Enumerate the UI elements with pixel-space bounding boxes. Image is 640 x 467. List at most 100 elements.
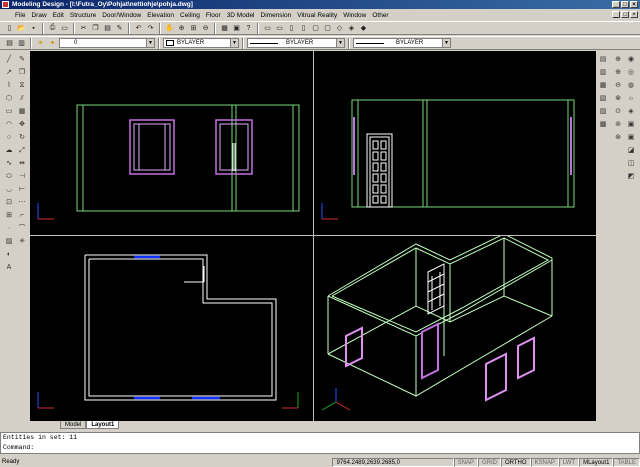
zoom-scale-icon[interactable]: ⊚	[613, 120, 623, 130]
copy-object-icon[interactable]: ❐	[17, 68, 27, 78]
shade-icon[interactable]: ◎	[626, 68, 636, 78]
menu-door-window[interactable]: Door/Window	[99, 12, 144, 19]
mirror-icon[interactable]: ⧖	[17, 81, 27, 91]
drawing-area[interactable]	[30, 51, 596, 421]
viewport-3d-model[interactable]	[314, 236, 596, 421]
menu-3d-model[interactable]: 3D Model	[224, 12, 258, 19]
explode-icon[interactable]: ✳	[17, 237, 27, 247]
layout4-icon[interactable]: ▧	[598, 94, 608, 104]
command-prompt[interactable]: Command:	[3, 443, 639, 453]
zoom-extents-icon[interactable]: ⊗	[613, 94, 623, 104]
zoom-realtime-icon[interactable]: ⊕	[613, 55, 623, 65]
material-icon[interactable]: ◈	[626, 107, 636, 117]
pan-icon[interactable]: ✋	[164, 23, 175, 34]
doc-restore-button[interactable]: □	[621, 11, 629, 18]
hatch-icon[interactable]: ▨	[4, 237, 14, 247]
ray-icon[interactable]: ↗	[4, 68, 14, 78]
orbit-icon[interactable]: ◍	[626, 81, 636, 91]
chevron-down-icon[interactable]: ▼	[230, 39, 238, 47]
preview-icon[interactable]: ▭	[59, 23, 70, 34]
ellipse-arc-icon[interactable]: ◡	[4, 185, 14, 195]
lineweight-combo[interactable]: BYLAYER ▼	[353, 38, 451, 48]
help-icon[interactable]: ?	[243, 23, 254, 34]
light-icon[interactable]: ☼	[626, 94, 636, 104]
region-icon[interactable]: ◐	[4, 250, 14, 260]
insert-icon[interactable]: ⊞	[4, 211, 14, 221]
view-iso-se-icon[interactable]: ◈	[346, 23, 357, 34]
command-window[interactable]: Entities in set: 11 Command:	[0, 432, 640, 454]
view-3d-icon[interactable]: ▣	[626, 133, 636, 143]
view-back-icon[interactable]: ▢	[322, 23, 333, 34]
view-top-icon[interactable]: ▭	[262, 23, 273, 34]
menu-floor[interactable]: Floor	[203, 12, 224, 19]
undo-icon[interactable]: ↶	[133, 23, 144, 34]
cylinder-3d-icon[interactable]: ◫	[626, 159, 636, 169]
layout2-icon[interactable]: ▥	[598, 68, 608, 78]
lwt-toggle[interactable]: LWT	[558, 457, 580, 467]
cut-icon[interactable]: ✂	[78, 23, 89, 34]
viewport-side-elevation[interactable]	[314, 51, 596, 235]
rotate-icon[interactable]: ↻	[17, 133, 27, 143]
menu-file[interactable]: File	[12, 12, 28, 19]
layout3-icon[interactable]: ▦	[598, 81, 608, 91]
scale-icon[interactable]: ⤢	[17, 146, 27, 156]
rectangle-icon[interactable]: ▭	[4, 107, 14, 117]
break-icon[interactable]: ⋯	[17, 198, 27, 208]
offset-icon[interactable]: ⫽	[17, 94, 27, 104]
mlayout-toggle[interactable]: MLayout1	[579, 457, 614, 467]
view-front-icon[interactable]: ▢	[310, 23, 321, 34]
copy-icon[interactable]: ❐	[90, 23, 101, 34]
grid-toggle[interactable]: GRID	[477, 457, 501, 467]
zoom-window-icon[interactable]: ⊞	[188, 23, 199, 34]
scene-icon[interactable]: ▣	[626, 120, 636, 130]
view-iso-sw-icon[interactable]: ◇	[334, 23, 345, 34]
zoom-previous-icon[interactable]: ⊖	[200, 23, 211, 34]
close-button[interactable]: ×	[630, 1, 638, 8]
menu-draw[interactable]: Draw	[28, 12, 49, 19]
viewport-front-elevation[interactable]	[30, 51, 313, 235]
tab-layout1[interactable]: Layout1	[86, 421, 120, 429]
snap-toggle[interactable]: SNAP	[453, 457, 478, 467]
layout6-icon[interactable]: ▩	[598, 120, 608, 130]
save-icon[interactable]: ▪	[28, 23, 39, 34]
point-icon[interactable]: ·	[4, 224, 14, 234]
mtext-icon[interactable]: A	[4, 263, 14, 273]
line-icon[interactable]: ╱	[4, 55, 14, 65]
doc-close-button[interactable]: ×	[630, 11, 638, 18]
extend-icon[interactable]: ⊢	[17, 185, 27, 195]
polyline-icon[interactable]: ⌇	[4, 81, 14, 91]
open-icon[interactable]: 📂	[16, 23, 27, 34]
view-right-icon[interactable]: ▯	[298, 23, 309, 34]
circle-icon[interactable]: ○	[4, 133, 14, 143]
view-iso-ne-icon[interactable]: ◆	[358, 23, 369, 34]
polygon-icon[interactable]: ⬡	[4, 94, 14, 104]
layer-manager-icon[interactable]: ▤	[4, 38, 15, 49]
menu-structure[interactable]: Structure	[67, 12, 99, 19]
fillet-icon[interactable]: ⌒	[17, 224, 27, 234]
box-3d-icon[interactable]: ◪	[626, 146, 636, 156]
chevron-down-icon[interactable]: ▼	[336, 39, 344, 47]
chevron-down-icon[interactable]: ▼	[146, 39, 154, 47]
menu-window[interactable]: Window	[340, 12, 369, 19]
design-center-icon[interactable]: ▣	[231, 23, 242, 34]
zoom-out-icon[interactable]: ⊖	[613, 81, 623, 91]
doc-minimize-button[interactable]: _	[612, 11, 620, 18]
menu-ceiling[interactable]: Ceiling	[177, 12, 203, 19]
render-icon[interactable]: ◉	[626, 55, 636, 65]
wedge-3d-icon[interactable]: ◩	[626, 172, 636, 182]
redo-icon[interactable]: ↷	[145, 23, 156, 34]
block-icon[interactable]: ⊡	[4, 198, 14, 208]
zoom-center-icon[interactable]: ⊛	[613, 133, 623, 143]
table-toggle[interactable]: TABLE	[613, 457, 640, 467]
menu-dimension[interactable]: Dimension	[258, 12, 295, 19]
view-left-icon[interactable]: ▯	[286, 23, 297, 34]
layer-prev-icon[interactable]: ▥	[16, 38, 27, 49]
properties-icon[interactable]: ▦	[219, 23, 230, 34]
viewport-floor-plan[interactable]	[30, 236, 313, 421]
chevron-down-icon[interactable]: ▼	[442, 39, 450, 47]
layout5-icon[interactable]: ▨	[598, 107, 608, 117]
move-icon[interactable]: ✥	[17, 120, 27, 130]
array-icon[interactable]: ▦	[17, 107, 27, 117]
zoom-icon[interactable]: ⊕	[176, 23, 187, 34]
spline-icon[interactable]: ∿	[4, 159, 14, 169]
